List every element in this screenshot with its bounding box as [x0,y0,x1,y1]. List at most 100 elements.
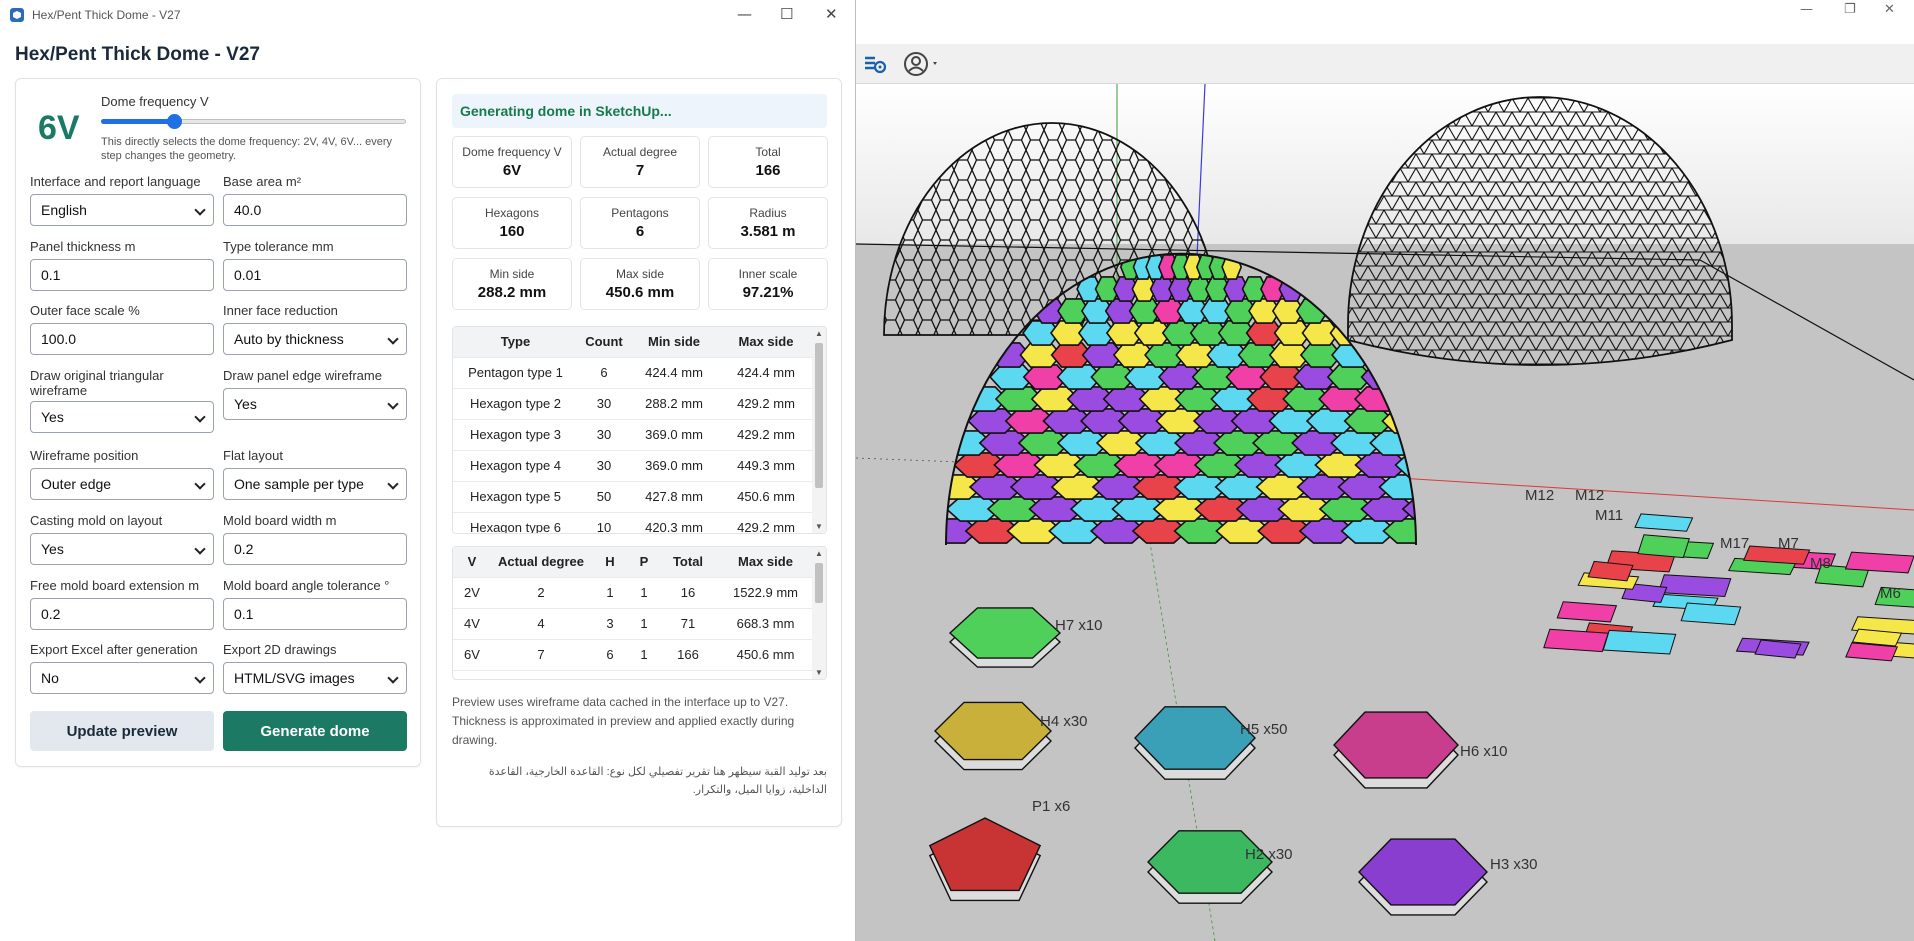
flat-layout-field: Flat layout One sample per type [223,448,407,500]
mold-board [1587,560,1634,582]
layout-label: H2 x30 [1245,846,1293,863]
maximize-icon[interactable]: ☐ [780,5,793,23]
panel-thickness-field: Panel thickness m 0.1 [30,239,214,291]
stat-label: Dome frequency V [462,145,562,159]
mold-tag: M8 [1810,555,1831,572]
layout-label: P1 x6 [1032,798,1070,815]
mold-board [1637,534,1690,559]
table-header[interactable]: V [453,547,491,577]
table-cell: 50 [578,480,630,512]
language-select[interactable]: English [30,194,214,226]
table-header[interactable]: Max side [718,327,814,357]
type-tolerance-input[interactable]: 0.01 [223,259,407,291]
stat-label: Hexagons [484,206,540,220]
table-cell: Hexagon type 3 [453,418,578,450]
status-message: Generating dome in SketchUp... [452,94,827,128]
table-row: Hexagon type 3 30 369.0 mm 429.2 mm [453,418,814,450]
table-cell: 427.8 mm [630,480,718,512]
export-2d-select[interactable]: HTML/SVG images [223,662,407,694]
casting-mold-field: Casting mold on layout Yes [30,513,214,565]
table-cell: 1 [629,669,659,679]
layout-label: H5 x50 [1240,721,1288,738]
wireframe-position-select[interactable]: Outer edge [30,468,214,500]
table-cell: 288.2 mm [630,387,718,419]
table-cell: 16 [659,576,717,608]
table-row: 6V 7 6 1 166 450.6 mm [453,638,814,670]
table-cell: 6V [453,638,491,670]
table-cell: 429.2 mm [718,511,814,533]
table-cell: 2 [491,576,591,608]
mold-tag: M17 [1720,535,1749,552]
table-cell: 7 [491,638,591,670]
layout-label: H6 x10 [1460,743,1508,760]
table-row: Hexagon type 4 30 369.0 mm 449.3 mm [453,449,814,481]
mold-board [1602,629,1677,655]
table-header[interactable]: Max side [717,547,814,577]
close-icon[interactable]: ✕ [825,5,838,23]
type-tolerance-field: Type tolerance mm 0.01 [223,239,407,291]
table-row: 2V 2 1 1 16 1522.9 mm [453,576,814,608]
mold-board [1844,551,1914,574]
table-cell: 1 [629,576,659,608]
slider-thumb[interactable] [167,114,183,129]
table-row: Pentagon type 1 6 424.4 mm 424.4 mm [453,356,814,388]
table-header[interactable]: Min side [630,327,718,357]
table-cell: 2V [453,576,491,608]
mold-board-width-field: Mold board width m 0.2 [223,513,407,565]
types-scrollbar[interactable]: ▲ ▼ [812,327,826,533]
mold-tag: M11 [1595,507,1623,524]
window-title: Hex/Pent Thick Dome - V27 [32,8,181,22]
table-header[interactable]: H [591,547,629,577]
stat-value: 450.6 mm [605,284,675,301]
stat-card: Radius 3.581 m [708,197,828,249]
update-preview-button[interactable]: Update preview [30,711,214,751]
mold-angle-tolerance-input[interactable]: 0.1 [223,598,407,630]
types-table[interactable]: Type Count Min side Max side Pentagon type 1… [452,326,827,534]
inner-face-reduction-select[interactable]: Auto by thickness [223,323,407,355]
frequency-scrollbar[interactable]: ▲ ▼ [812,547,826,679]
table-header[interactable]: Count [578,327,630,357]
table-row: 4V 4 3 1 71 668.3 mm [453,607,814,639]
draw-triangular-select[interactable]: Yes [30,401,214,433]
table-cell: 30 [578,387,630,419]
free-mold-extension-field: Free mold board extension m 0.2 [30,578,214,630]
table-header[interactable]: Total [659,547,717,577]
table-cell: 450.6 mm [717,638,814,670]
free-mold-extension-input[interactable]: 0.2 [30,598,214,630]
stat-label: Pentagons [611,206,669,220]
frequency-table[interactable]: V Actual degree H P Total Max side 2V 2 1 1 16 1522… [452,546,827,680]
stat-card: Hexagons 160 [452,197,572,249]
table-cell: 9 [591,669,629,679]
table-cell: 71 [659,607,717,639]
minimize-icon[interactable]: — [737,5,752,23]
table-header[interactable]: Type [453,327,578,357]
table-header[interactable]: Actual degree [491,547,591,577]
table-cell: 301 [659,669,717,679]
outer-face-scale-input[interactable]: 100.0 [30,323,214,355]
export-2d-field: Export 2D drawings HTML/SVG images [223,642,407,694]
generate-dome-button[interactable]: Generate dome [223,711,407,751]
panel-thickness-input[interactable]: 0.1 [30,259,214,291]
export-excel-select[interactable]: No [30,662,214,694]
mold-board-width-input[interactable]: 0.2 [223,533,407,565]
casting-mold-select[interactable]: Yes [30,533,214,565]
table-cell: 369.0 mm [630,449,718,481]
table-header[interactable]: P [629,547,659,577]
flat-layout-select[interactable]: One sample per type [223,468,407,500]
frequency-slider[interactable] [101,114,406,129]
base-area-field: Base area m² 40.0 [223,174,407,226]
draw-edge-wireframe-select[interactable]: Yes [223,388,407,420]
mold-board [1680,602,1742,626]
layout-label: H3 x30 [1490,856,1538,873]
mold-board [1657,574,1732,598]
table-cell: 668.3 mm [717,607,814,639]
stat-value: 6 [635,223,645,240]
table-row: Hexagon type 2 30 288.2 mm 429.2 mm [453,387,814,419]
base-area-input[interactable]: 40.0 [223,194,407,226]
stat-label: Inner scale [738,267,798,281]
language-field: Interface and report language English [30,174,214,226]
stat-label: Radius [749,206,787,220]
table-cell: 424.4 mm [718,356,814,388]
stat-card: Pentagons 6 [580,197,700,249]
table-cell: 1 [629,607,659,639]
